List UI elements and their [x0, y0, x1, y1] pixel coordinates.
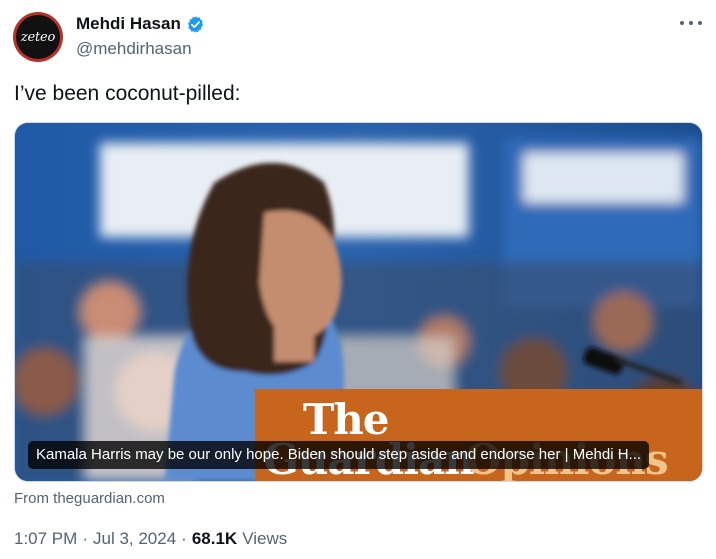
avatar-logo-text: zeteo	[20, 29, 56, 45]
card-source[interactable]: From theguardian.com	[14, 490, 165, 507]
display-name[interactable]: Mehdi Hasan	[76, 14, 181, 34]
avatar-logo: zeteo	[16, 15, 60, 59]
card-caption[interactable]: Kamala Harris may be our only hope. Bide…	[28, 441, 650, 469]
meta-separator: ·	[181, 529, 187, 548]
tweet-meta: 1:07 PM · Jul 3, 2024 · 68.1K Views	[14, 529, 287, 549]
views-label: Views	[242, 529, 288, 548]
link-card[interactable]: The Guardian Opinions Kamala Harris may …	[14, 122, 703, 482]
avatar[interactable]: zeteo	[13, 12, 63, 62]
tweet-date[interactable]: Jul 3, 2024	[93, 529, 176, 549]
author-name-row: Mehdi Hasan	[76, 14, 205, 34]
verified-badge-icon	[186, 15, 205, 34]
author-handle[interactable]: @mehdirhasan	[76, 39, 192, 59]
tweet-text: I’ve been coconut-pilled:	[14, 82, 241, 105]
meta-separator: ·	[82, 529, 88, 548]
more-horizontal-icon[interactable]	[680, 16, 702, 30]
tweet-time[interactable]: 1:07 PM	[14, 529, 77, 549]
views-count: 68.1K	[191, 529, 238, 548]
